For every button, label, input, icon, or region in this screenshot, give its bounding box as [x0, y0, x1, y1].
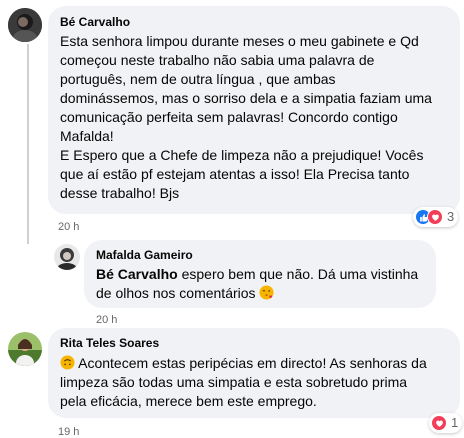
comment-line: E Espero que a Chefe de limpeza não a pr… [60, 147, 424, 163]
avatar-be-carvalho[interactable] [8, 8, 42, 42]
comment-line-text: Acontecem estas peripécias em directo! A… [75, 355, 427, 371]
comment-text-1: Esta senhora limpou durante meses o meu … [60, 32, 448, 203]
profile-photo [8, 8, 42, 42]
reaction-summary-1[interactable]: 3 [413, 207, 459, 227]
comment-line-rest: espero bem que não. Dá uma vistinha [177, 266, 419, 282]
face-blowing-kiss-icon [259, 285, 274, 300]
comment-line: Mafalda! [60, 128, 114, 144]
profile-photo [8, 332, 42, 366]
comment-author-3[interactable]: Rita Teles Soares [60, 335, 448, 351]
comment-line: pela eficácia, merece bem este emprego. [60, 393, 317, 409]
comment-line: Esta senhora limpou durante meses o meu … [60, 33, 419, 49]
comment-bubble-1: Bé Carvalho Esta senhora limpou durante … [48, 6, 460, 214]
comment-bubble-3: Rita Teles Soares Acontecem estas peripé… [48, 328, 460, 418]
love-icon [431, 415, 447, 431]
comment-bubble-2: Mafalda Gameiro Bé Carvalho espero bem q… [84, 240, 436, 308]
comment-line-text: de olhos nos comentários [96, 285, 256, 301]
comment-time-1[interactable]: 20 h [58, 220, 79, 234]
comment-time-2[interactable]: 20 h [96, 313, 117, 327]
love-icon [427, 209, 443, 225]
comment-author-2[interactable]: Mafalda Gameiro [96, 247, 424, 263]
comment-line: Bé Carvalho espero bem que não. Dá uma v… [96, 265, 424, 284]
comment-line: de olhos nos comentários [96, 284, 424, 303]
comment-text-3: Acontecem estas peripécias em directo! A… [60, 354, 448, 411]
profile-photo [54, 244, 80, 270]
comment-line: começou neste trabalho não sabia uma pal… [60, 52, 375, 68]
comment-time-3[interactable]: 19 h [58, 425, 79, 438]
mention-link[interactable]: Bé Carvalho [96, 266, 178, 282]
comment-line: comunicação perfeita sem palavras! Conco… [60, 109, 398, 125]
comment-line: limpeza são todas uma simpatia e esta so… [60, 374, 408, 390]
reaction-count-3: 1 [451, 415, 459, 430]
reply-thread-line [27, 44, 29, 244]
upside-down-face-icon [60, 355, 75, 370]
avatar-rita-teles-soares[interactable] [8, 332, 42, 366]
comment-text-2: Bé Carvalho espero bem que não. Dá uma v… [96, 265, 424, 303]
comment-author-1[interactable]: Bé Carvalho [60, 14, 448, 30]
avatar-mafalda-gameiro[interactable] [54, 244, 80, 270]
comment-line: dominássemos, mas o sorriso dela e a sim… [60, 90, 432, 106]
comment-line: português, nem de outra língua , que amb… [60, 71, 336, 87]
reaction-summary-3[interactable]: 1 [429, 413, 463, 433]
reaction-count-1: 3 [447, 209, 455, 224]
comment-line: desse trabalho! Bjs [60, 185, 180, 201]
comment-line: que aí estão pf estejam atentas a isso! … [60, 166, 410, 182]
comment-line: Acontecem estas peripécias em directo! A… [60, 354, 448, 373]
